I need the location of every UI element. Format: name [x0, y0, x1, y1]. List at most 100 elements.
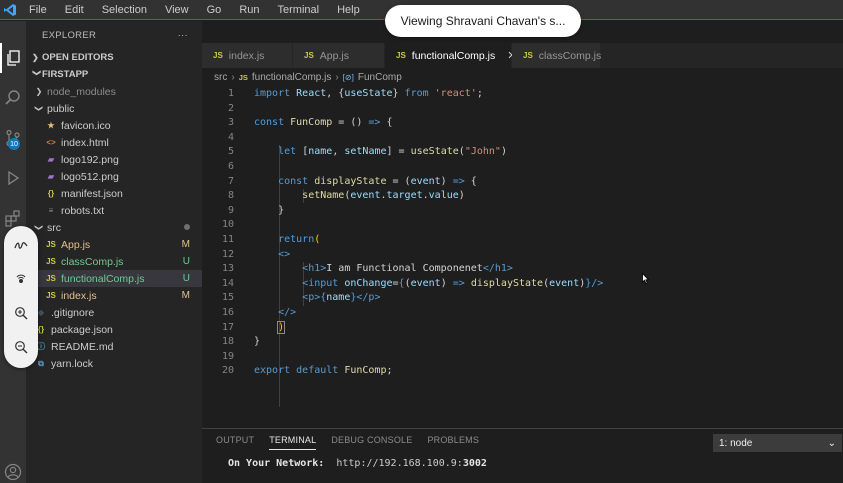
menu-selection[interactable]: Selection	[93, 0, 156, 20]
annotation-toolbar	[4, 226, 38, 368]
code-line: 14 <input onChange={(event) => displaySt…	[202, 277, 843, 292]
code-text: const displayState = (event) => {	[278, 175, 477, 187]
panel-tab-debug-console[interactable]: DEBUG CONSOLE	[331, 435, 412, 450]
zoom-in-icon[interactable]	[9, 301, 33, 325]
code-text: }	[254, 336, 261, 348]
breadcrumb-file[interactable]: functionalComp.js	[252, 72, 331, 83]
file-tree: ❯ node_modules ❯ public ★ favicon.ico <> index.…	[26, 83, 202, 372]
mouse-cursor-icon	[642, 272, 650, 288]
tree-item-manifest-json[interactable]: {} manifest.json	[26, 185, 202, 202]
js-file-icon: JS	[304, 51, 314, 60]
explorer-icon[interactable]	[0, 43, 26, 73]
tree-item-label: .gitignore	[51, 306, 95, 319]
breadcrumb: src › JS functionalComp.js › [⊘] FunComp	[202, 68, 843, 86]
more-actions-icon[interactable]: ···	[178, 30, 188, 41]
git-status-badge: M	[181, 290, 190, 301]
code-line: 4	[202, 131, 843, 146]
chevron-right-icon: ❯	[35, 87, 43, 96]
line-number: 1	[227, 88, 234, 99]
breadcrumb-symbol[interactable]: FunComp	[358, 72, 402, 83]
screen-share-banner[interactable]: Viewing Shravani Chavan's s...	[385, 5, 581, 37]
tab-label: functionalComp.js	[411, 49, 496, 62]
code-line: 9 }	[202, 204, 843, 219]
code-line: 19	[202, 350, 843, 365]
code-line: 6	[202, 160, 843, 175]
chevron-down-icon: ❯	[34, 105, 44, 112]
js-file-icon: JS	[46, 274, 56, 283]
laser-pointer-icon[interactable]	[9, 267, 33, 291]
tab-app-js[interactable]: JS App.js	[293, 43, 385, 68]
panel-tabs: OUTPUT TERMINAL DEBUG CONSOLE PROBLEMS	[216, 435, 494, 450]
line-number: 10	[221, 219, 234, 231]
code-text: </>	[278, 307, 297, 318]
tree-item-src[interactable]: ❯ src	[26, 219, 202, 236]
code-line: 20 export default FunComp;	[202, 364, 843, 379]
tree-item-label: yarn.lock	[51, 357, 94, 370]
line-number: 4	[227, 131, 234, 143]
terminal-select[interactable]: 1: node ⌄	[713, 434, 842, 452]
tree-item-label: App.js	[61, 238, 91, 251]
tree-item-readme-md[interactable]: ⓘ README.md	[26, 338, 202, 355]
line-number: 18	[221, 336, 234, 348]
menu-view[interactable]: View	[156, 0, 198, 20]
tab-index-js[interactable]: JS index.js	[202, 43, 293, 68]
panel-tab-problems[interactable]: PROBLEMS	[427, 435, 479, 450]
tree-item-gitignore[interactable]: ◆ .gitignore	[26, 304, 202, 321]
tab-classcomp-js[interactable]: JS classComp.js	[512, 43, 601, 68]
panel-tab-terminal[interactable]: TERMINAL	[269, 435, 317, 450]
git-status-badge: M	[181, 239, 190, 250]
menu-go[interactable]: Go	[198, 0, 231, 20]
breadcrumb-folder[interactable]: src	[214, 72, 227, 83]
run-debug-icon[interactable]	[0, 163, 26, 193]
tree-item-logo512-png[interactable]: ▰ logo512.png	[26, 168, 202, 185]
tree-item-package-json[interactable]: {} package.json	[26, 321, 202, 338]
code-line: 8 setName(event.target.value)	[202, 189, 843, 204]
json-file-icon: {}	[47, 189, 55, 198]
menu-terminal[interactable]: Terminal	[269, 0, 329, 20]
image-file-icon: ▰	[47, 155, 55, 164]
js-file-icon: JS	[213, 51, 223, 60]
menu-help[interactable]: Help	[328, 0, 369, 20]
code-line: 13 <h1>I am Functional Componenet</h1>	[202, 262, 843, 277]
open-editors-section[interactable]: ❯ OPEN EDITORS	[26, 49, 202, 66]
code-text: let [name, setName] = useState("John")	[278, 146, 507, 158]
tree-item-functionalcomp-js[interactable]: JS functionalComp.js U	[26, 270, 202, 287]
tree-item-node-modules[interactable]: ❯ node_modules	[26, 83, 202, 100]
terminal-select-value: 1: node	[719, 437, 753, 449]
tree-item-robots-txt[interactable]: ≡ robots.txt	[26, 202, 202, 219]
tree-item-app-js[interactable]: JS App.js M	[26, 236, 202, 253]
code-line: 12 <>	[202, 248, 843, 263]
tree-item-label: index.html	[61, 136, 109, 149]
tree-item-logo192-png[interactable]: ▰ logo192.png	[26, 151, 202, 168]
menu-run[interactable]: Run	[230, 0, 268, 20]
tab-functionalcomp-js[interactable]: JSfunctionalComp.js✕	[385, 43, 516, 68]
tree-item-index-js[interactable]: JS index.js M	[26, 287, 202, 304]
search-icon[interactable]	[0, 83, 26, 113]
line-number: 9	[227, 204, 234, 216]
code-line: 3 const FunComp = () => {	[202, 116, 843, 131]
tab-label: index.js	[228, 49, 265, 62]
tree-item-classcomp-js[interactable]: JS classComp.js U	[26, 253, 202, 270]
project-section[interactable]: ❯ FIRSTAPP	[26, 66, 202, 83]
code-editor[interactable]: 1 import React, {useState} from 'react'; 2…	[202, 86, 843, 428]
js-file-icon: JS	[238, 72, 248, 82]
yarn-file-icon: ⧉	[38, 358, 44, 368]
symbol-variable-icon: [⊘]	[342, 72, 354, 82]
tree-item-favicon-ico[interactable]: ★ favicon.ico	[26, 117, 202, 134]
source-control-icon[interactable]: 10	[0, 123, 26, 153]
line-number: 6	[227, 161, 234, 172]
menu-edit[interactable]: Edit	[56, 0, 93, 20]
tree-item-label: robots.txt	[61, 204, 105, 217]
menu-file[interactable]: File	[20, 0, 56, 20]
tree-item-public[interactable]: ❯ public	[26, 100, 202, 117]
tree-item-yarn-lock[interactable]: ⧉ yarn.lock	[26, 355, 202, 372]
account-icon[interactable]	[0, 457, 26, 483]
zoom-out-icon[interactable]	[9, 335, 33, 359]
breadcrumb-separator-icon: ›	[335, 71, 339, 83]
panel-tab-output[interactable]: OUTPUT	[216, 435, 254, 450]
pen-icon[interactable]	[9, 233, 33, 257]
terminal-url-prefix: http://192.168.100.9:	[336, 458, 463, 469]
line-number: 11	[221, 234, 234, 245]
js-file-icon: JS	[523, 51, 533, 60]
tree-item-index-html[interactable]: <> index.html	[26, 134, 202, 151]
